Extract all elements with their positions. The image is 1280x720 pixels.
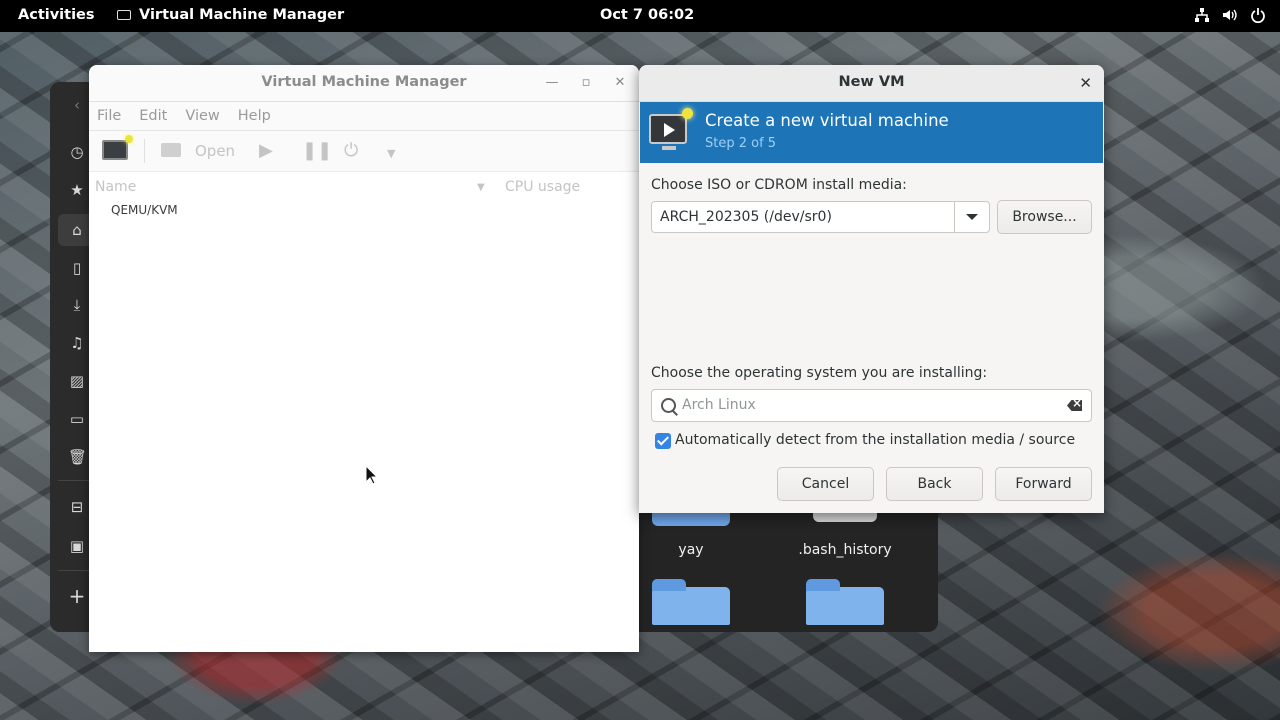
cancel-button[interactable]: Cancel xyxy=(777,467,874,501)
search-icon xyxy=(661,398,676,413)
sidebar-separator xyxy=(58,570,90,571)
add-location-icon[interactable]: + xyxy=(68,586,86,606)
toolbar-separator xyxy=(144,139,145,163)
file-item-bash-history[interactable]: .bash_history xyxy=(785,512,905,558)
close-icon[interactable]: ✕ xyxy=(1079,74,1092,92)
documents-icon[interactable]: ▯ xyxy=(68,259,86,277)
banner-step: Step 2 of 5 xyxy=(705,136,777,151)
toolbar: Open ▶ ❚❚ ⏻ ▼ xyxy=(89,131,639,172)
videos-icon[interactable]: ▭ xyxy=(68,410,86,428)
downloads-icon[interactable]: ⤓ xyxy=(68,296,86,314)
dialog-title-bar[interactable]: New VM ✕ xyxy=(639,65,1104,102)
play-icon[interactable]: ▶ xyxy=(259,141,273,161)
menu-bar: File Edit View Help xyxy=(89,102,639,131)
power-icon[interactable] xyxy=(1250,7,1266,27)
trash-icon[interactable]: 🗑 xyxy=(68,448,87,466)
system-tray[interactable] xyxy=(1194,7,1266,27)
folder-icon xyxy=(806,579,884,625)
chevron-down-icon[interactable] xyxy=(954,202,989,232)
music-icon[interactable]: ♫ xyxy=(68,334,86,352)
forward-button[interactable]: Forward xyxy=(995,467,1092,501)
app-icon xyxy=(117,10,131,20)
virt-manager-window: Virtual Machine Manager — ▫ ✕ File Edit … xyxy=(89,65,639,652)
dropdown-icon[interactable]: ▼ xyxy=(387,144,395,164)
file-label: yay xyxy=(678,542,704,558)
close-icon[interactable]: ✕ xyxy=(612,75,628,91)
column-name[interactable]: Name xyxy=(95,179,136,195)
folder-icon xyxy=(652,579,730,625)
monitor-stand xyxy=(662,146,676,150)
starred-icon[interactable]: ★ xyxy=(68,181,86,199)
volume-icon[interactable] xyxy=(1222,7,1238,27)
menu-edit[interactable]: Edit xyxy=(139,108,167,124)
monitor-icon xyxy=(161,143,181,157)
browse-button[interactable]: Browse... xyxy=(997,200,1092,234)
list-header: Name ▼ CPU usage xyxy=(89,172,639,202)
new-vm-button[interactable] xyxy=(102,135,133,160)
new-vm-dialog: New VM ✕ Create a new virtual machine St… xyxy=(639,65,1104,513)
dialog-title: New VM xyxy=(838,74,905,90)
home-icon[interactable]: ⌂ xyxy=(68,221,86,239)
os-label: Choose the operating system you are inst… xyxy=(651,365,988,381)
disk-icon[interactable]: ▣ xyxy=(68,537,86,555)
folder-icon xyxy=(652,512,730,526)
shutdown-icon[interactable]: ⏻ xyxy=(344,141,358,161)
sort-arrow-icon: ▼ xyxy=(477,182,485,193)
files-sidebar: ‹ ◷ ★ ⌂ ▯ ⤓ ♫ ▨ ▭ 🗑 ⊟ ▣ + xyxy=(50,82,90,632)
wizard-banner: Create a new virtual machine Step 2 of 5 xyxy=(640,102,1103,163)
auto-detect-label[interactable]: Automatically detect from the installati… xyxy=(675,432,1075,448)
maximize-icon[interactable]: ▫ xyxy=(578,75,594,91)
install-media-value[interactable]: ARCH_202305 (/dev/sr0) xyxy=(660,209,832,225)
menu-file[interactable]: File xyxy=(97,108,121,124)
os-search-field[interactable]: Arch Linux xyxy=(651,389,1092,422)
network-icon[interactable] xyxy=(1194,7,1210,27)
open-button[interactable]: Open xyxy=(195,141,235,161)
media-label: Choose ISO or CDROM install media: xyxy=(651,177,907,193)
title-bar[interactable]: Virtual Machine Manager — ▫ ✕ xyxy=(89,65,639,102)
connection-row[interactable]: QEMU/KVM xyxy=(111,203,178,217)
sidebar-separator xyxy=(58,480,90,481)
text-file-icon xyxy=(813,512,877,522)
file-label: .bash_history xyxy=(798,542,892,558)
recent-icon[interactable]: ◷ xyxy=(68,143,86,161)
folder-item[interactable] xyxy=(631,579,751,625)
os-search-placeholder: Arch Linux xyxy=(682,397,756,413)
install-media-combo[interactable]: ARCH_202305 (/dev/sr0) xyxy=(651,201,990,233)
pause-icon[interactable]: ❚❚ xyxy=(302,141,332,161)
auto-detect-checkbox[interactable] xyxy=(655,433,671,449)
app-menu[interactable]: Virtual Machine Manager xyxy=(117,7,344,23)
pictures-icon[interactable]: ▨ xyxy=(68,372,86,390)
menu-help[interactable]: Help xyxy=(238,108,271,124)
file-item-yay[interactable]: yay xyxy=(631,512,751,558)
app-menu-label: Virtual Machine Manager xyxy=(139,7,345,23)
folder-item[interactable] xyxy=(785,579,905,625)
clock[interactable]: Oct 7 06:02 xyxy=(600,7,694,23)
minimize-icon[interactable]: — xyxy=(544,75,560,91)
back-button[interactable]: Back xyxy=(886,467,983,501)
top-bar: Activities Virtual Machine Manager Oct 7… xyxy=(0,0,1280,32)
activities-button[interactable]: Activities xyxy=(18,7,95,23)
drive-icon[interactable]: ⊟ xyxy=(68,498,86,516)
clear-icon[interactable] xyxy=(1067,400,1082,411)
banner-title: Create a new virtual machine xyxy=(705,111,949,130)
back-icon[interactable]: ‹ xyxy=(68,96,86,114)
column-cpu[interactable]: CPU usage xyxy=(505,179,580,195)
new-vm-icon xyxy=(649,108,693,144)
menu-view[interactable]: View xyxy=(185,108,219,124)
